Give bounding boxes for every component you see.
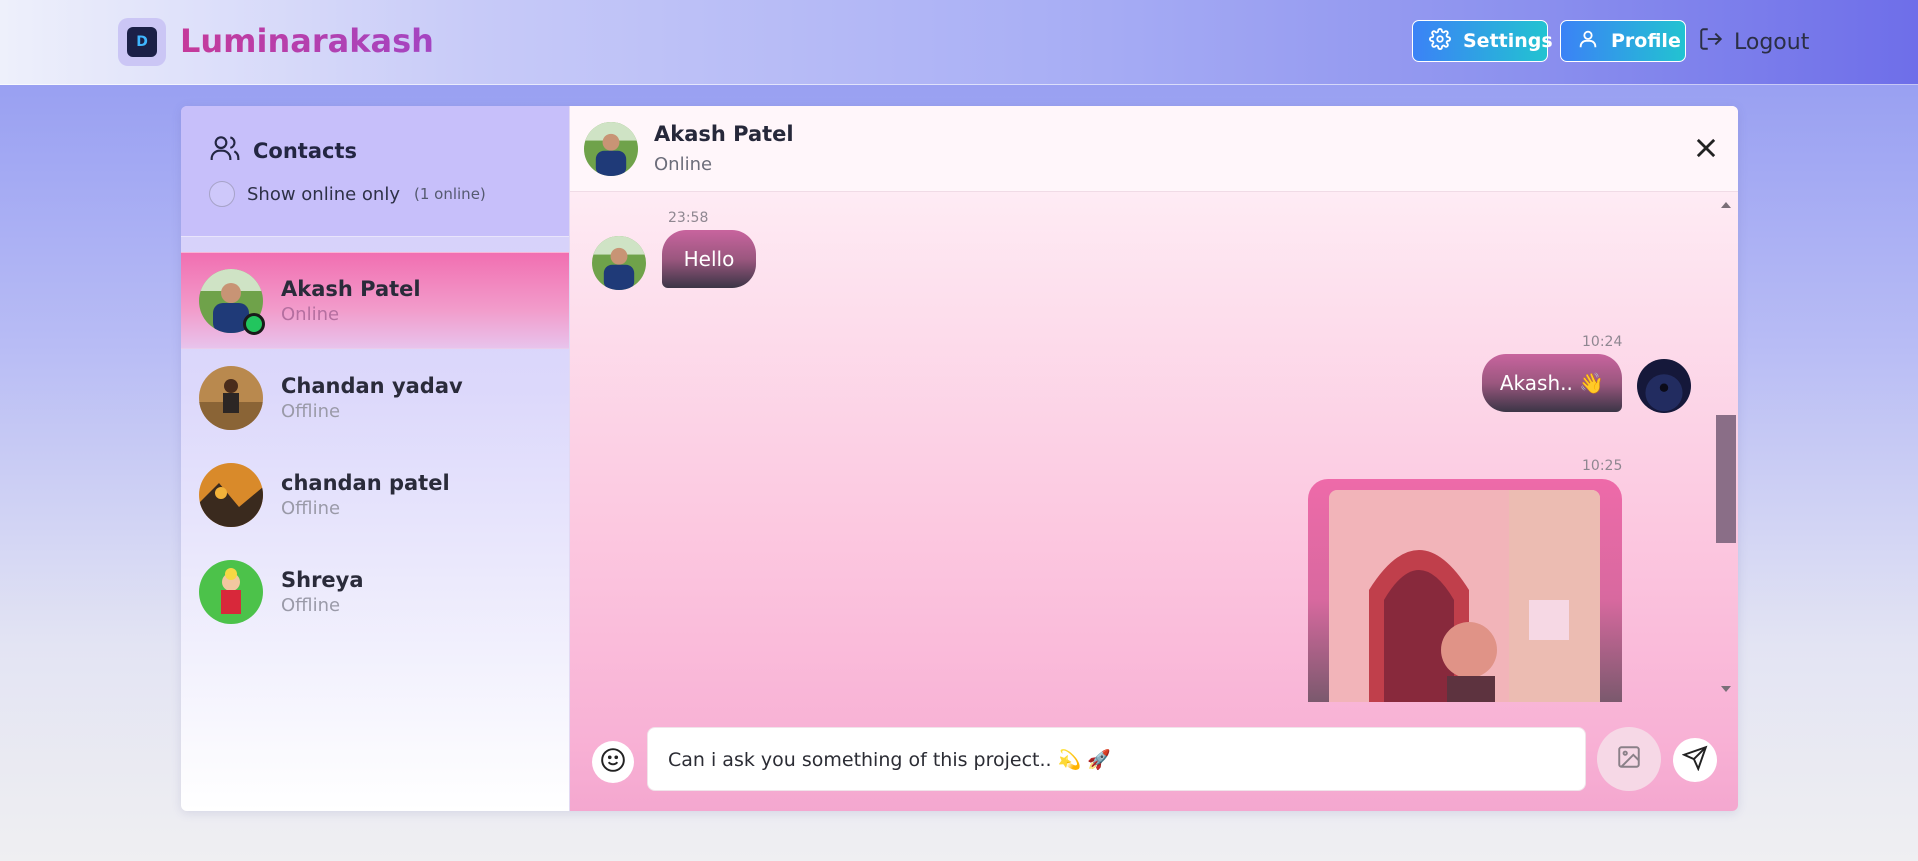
message-bubble: Hello (662, 230, 756, 288)
brand-name[interactable]: Luminarakash (180, 22, 434, 60)
contact-item[interactable]: Akash Patel Online (181, 252, 569, 349)
message-time: 10:25 (1582, 458, 1623, 474)
message-time: 10:24 (1582, 334, 1623, 350)
message-avatar (1637, 359, 1691, 413)
message-input[interactable]: Can i ask you something of this project.… (647, 727, 1586, 791)
online-count: (1 online) (414, 185, 486, 203)
chat-contact-name: Akash Patel (654, 122, 794, 146)
users-icon (209, 132, 241, 169)
online-only-label: Show online only (247, 183, 400, 205)
contacts-title-label: Contacts (253, 138, 357, 163)
chat-contact-status: Online (654, 154, 713, 175)
profile-button[interactable]: Profile (1560, 20, 1686, 62)
user-icon (1577, 28, 1599, 55)
avatar (199, 268, 265, 335)
logo-mark: D (127, 27, 157, 57)
smile-icon (600, 747, 626, 777)
settings-label: Settings (1463, 30, 1553, 52)
app-logo[interactable]: D (118, 18, 166, 66)
top-navbar: D Luminarakash Settings Profile Logout (0, 0, 1918, 85)
send-button[interactable] (1673, 738, 1717, 782)
chat-container: Contacts Show online only (1 online) Aka… (181, 106, 1738, 811)
message-time: 23:58 (668, 210, 709, 226)
online-indicator (243, 312, 265, 335)
avatar (199, 462, 263, 527)
image-message[interactable] (1308, 479, 1622, 702)
close-icon[interactable] (1692, 134, 1720, 162)
logout-label: Logout (1734, 29, 1810, 55)
chat-avatar (584, 122, 638, 176)
online-filter[interactable]: Show online only (1 online) (209, 181, 486, 207)
contact-item[interactable]: Chandan yadav Offline (181, 349, 569, 446)
scrollbar-thumb[interactable] (1716, 415, 1736, 543)
send-icon (1681, 745, 1708, 775)
contact-item[interactable]: Shreya Offline (181, 543, 569, 640)
contact-name: Akash Patel (281, 276, 421, 301)
message-bubble: Akash.. 👋 (1482, 354, 1622, 412)
emoji-button[interactable] (592, 741, 634, 783)
chat-panel: Akash Patel Online 23:58 Hello 10:24 Aka… (570, 106, 1738, 811)
online-only-checkbox[interactable] (209, 181, 235, 207)
shared-photo[interactable] (1329, 490, 1600, 702)
message-list: 23:58 Hello 10:24 Akash.. 👋 10:25 (570, 192, 1738, 702)
contact-name: Shreya (281, 567, 364, 592)
logout-button[interactable]: Logout (1698, 24, 1809, 60)
settings-button[interactable]: Settings (1412, 20, 1553, 62)
message-composer: Can i ask you something of this project.… (570, 707, 1738, 811)
chat-header: Akash Patel Online (570, 106, 1738, 192)
contacts-title: Contacts (209, 132, 357, 169)
avatar (199, 365, 263, 430)
logout-icon (1698, 26, 1724, 58)
avatar (199, 559, 263, 624)
contacts-header: Contacts Show online only (1 online) (181, 106, 569, 237)
contact-status: Offline (281, 594, 341, 616)
contact-name: Chandan yadav (281, 373, 463, 398)
message-avatar (592, 236, 646, 290)
contact-list: Akash Patel Online Chandan yadav Offline (181, 252, 569, 640)
profile-label: Profile (1611, 30, 1681, 52)
contact-status: Online (281, 303, 340, 325)
contacts-sidebar: Contacts Show online only (1 online) Aka… (181, 106, 570, 811)
settings-icon (1429, 27, 1451, 55)
contact-name: chandan patel (281, 470, 450, 495)
attach-image-button[interactable] (1597, 727, 1661, 791)
contact-status: Offline (281, 497, 341, 519)
image-icon (1616, 744, 1642, 774)
contact-status: Offline (281, 400, 341, 422)
contact-item[interactable]: chandan patel Offline (181, 446, 569, 543)
